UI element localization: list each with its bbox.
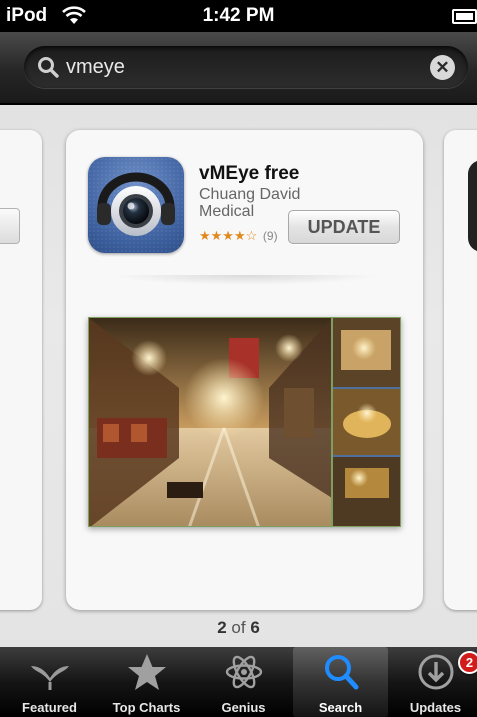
app-screenshot[interactable] [88,317,401,527]
page-current: 2 [217,618,227,637]
search-results-carousel[interactable]: vMEye free Chuang David Medical ★★★★☆ (9… [0,105,477,647]
app-name[interactable]: vMEye free [199,163,299,185]
previous-result-card[interactable] [0,130,42,610]
page-separator: of [231,618,246,637]
tab-featured-label: Featured [22,700,77,715]
tab-featured[interactable]: Featured [2,647,97,717]
previous-card-button[interactable] [0,208,20,244]
search-input[interactable] [66,52,406,82]
search-icon [325,655,359,690]
update-button[interactable]: UPDATE [288,210,400,244]
status-bar: iPod 1:42 PM [0,0,477,32]
tab-genius[interactable]: Genius [196,647,291,717]
rating-stars-icon: ★★★★☆ [199,228,258,243]
tab-updates-label: Updates [409,700,462,715]
mall-camera-feed-image [89,318,400,526]
next-app-icon[interactable] [468,160,477,252]
app-result-card[interactable]: vMEye free Chuang David Medical ★★★★☆ (9… [66,130,423,610]
updates-badge: 2 [458,651,477,674]
app-icon[interactable] [88,157,184,253]
card-divider [111,275,381,285]
page-total: 6 [250,618,260,637]
tab-search-label: Search [318,700,363,715]
page-indicator: 2 of 6 [0,618,477,638]
atom-icon [225,655,263,689]
app-rating: ★★★★☆ (9) [199,228,278,244]
tab-top-charts-label: Top Charts [112,700,181,715]
download-icon [418,654,454,690]
search-bar: ✕ [0,32,477,104]
star-icon [128,654,166,690]
camera-icon [88,157,184,253]
tab-updates[interactable]: 2 Updates [388,647,477,717]
featured-icon [31,666,69,690]
battery-icon [452,9,477,24]
search-field[interactable]: ✕ [24,46,468,88]
clock: 1:42 PM [202,5,275,26]
tab-search[interactable]: Search [293,647,388,717]
next-result-card[interactable] [444,130,477,610]
search-glass-icon [38,57,59,78]
tab-genius-label: Genius [221,700,266,715]
tab-bar: Featured Top Charts Genius Search 2 Upda… [0,647,477,717]
tab-top-charts[interactable]: Top Charts [99,647,194,717]
clear-search-icon[interactable]: ✕ [430,55,455,80]
rating-count: (9) [262,229,278,243]
